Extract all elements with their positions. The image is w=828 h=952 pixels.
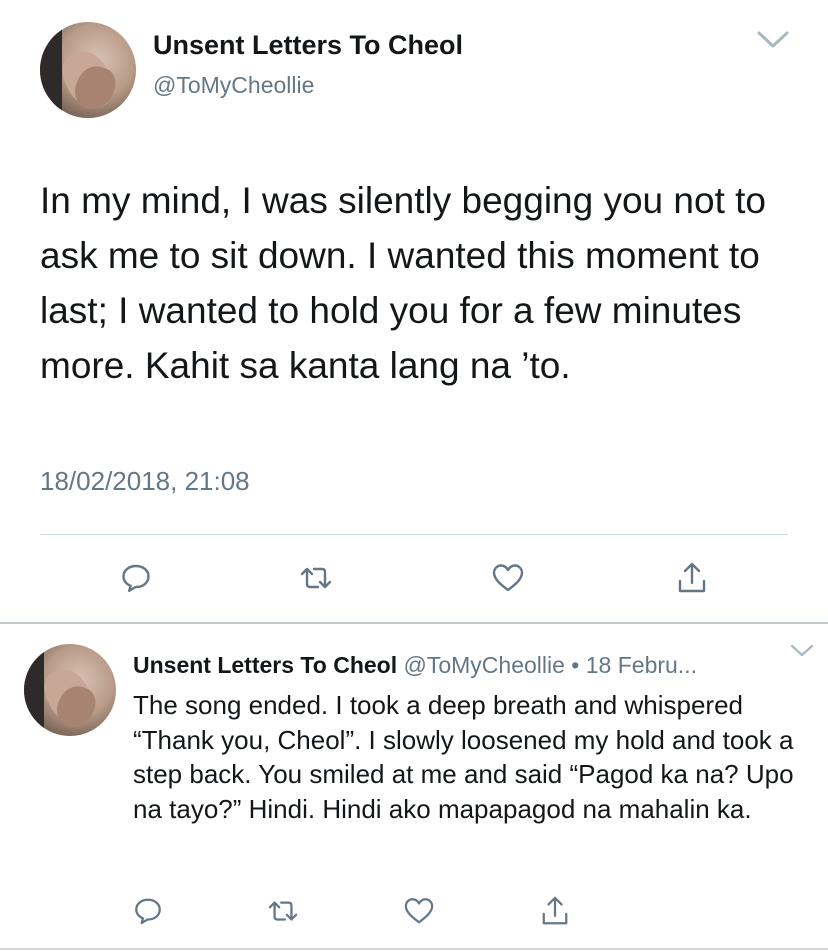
- retweet-icon[interactable]: [266, 894, 300, 928]
- bottom-border: [0, 948, 828, 950]
- avatar[interactable]: [24, 644, 116, 736]
- reply-icon[interactable]: [131, 894, 165, 928]
- chevron-down-icon[interactable]: [756, 30, 790, 50]
- reply-tweet[interactable]: Unsent Letters To Cheol @ToMyCheollie • …: [0, 624, 828, 952]
- display-name[interactable]: Unsent Letters To Cheol: [133, 652, 397, 678]
- user-handle[interactable]: @ToMyCheollie: [404, 652, 565, 678]
- separator-dot: •: [571, 652, 580, 678]
- tweet-date[interactable]: 18 Febru...: [586, 652, 697, 678]
- divider: [40, 534, 788, 535]
- share-icon[interactable]: [674, 560, 710, 596]
- share-icon[interactable]: [538, 894, 572, 928]
- display-name[interactable]: Unsent Letters To Cheol: [153, 30, 463, 61]
- avatar[interactable]: [40, 22, 136, 118]
- reply-icon[interactable]: [118, 560, 154, 596]
- user-handle[interactable]: @ToMyCheollie: [153, 72, 314, 99]
- reply-header: Unsent Letters To Cheol @ToMyCheollie • …: [133, 652, 783, 679]
- like-icon[interactable]: [402, 894, 436, 928]
- tweet-text: The song ended. I took a deep breath and…: [133, 690, 794, 824]
- chevron-down-icon[interactable]: [790, 644, 814, 658]
- main-tweet: Unsent Letters To Cheol @ToMyCheollie In…: [0, 0, 828, 622]
- like-icon[interactable]: [490, 560, 526, 596]
- retweet-icon[interactable]: [298, 560, 334, 596]
- tweet-text: In my mind, I was silently begging you n…: [40, 180, 766, 386]
- tweet-timestamp[interactable]: 18/02/2018, 21:08: [40, 466, 250, 497]
